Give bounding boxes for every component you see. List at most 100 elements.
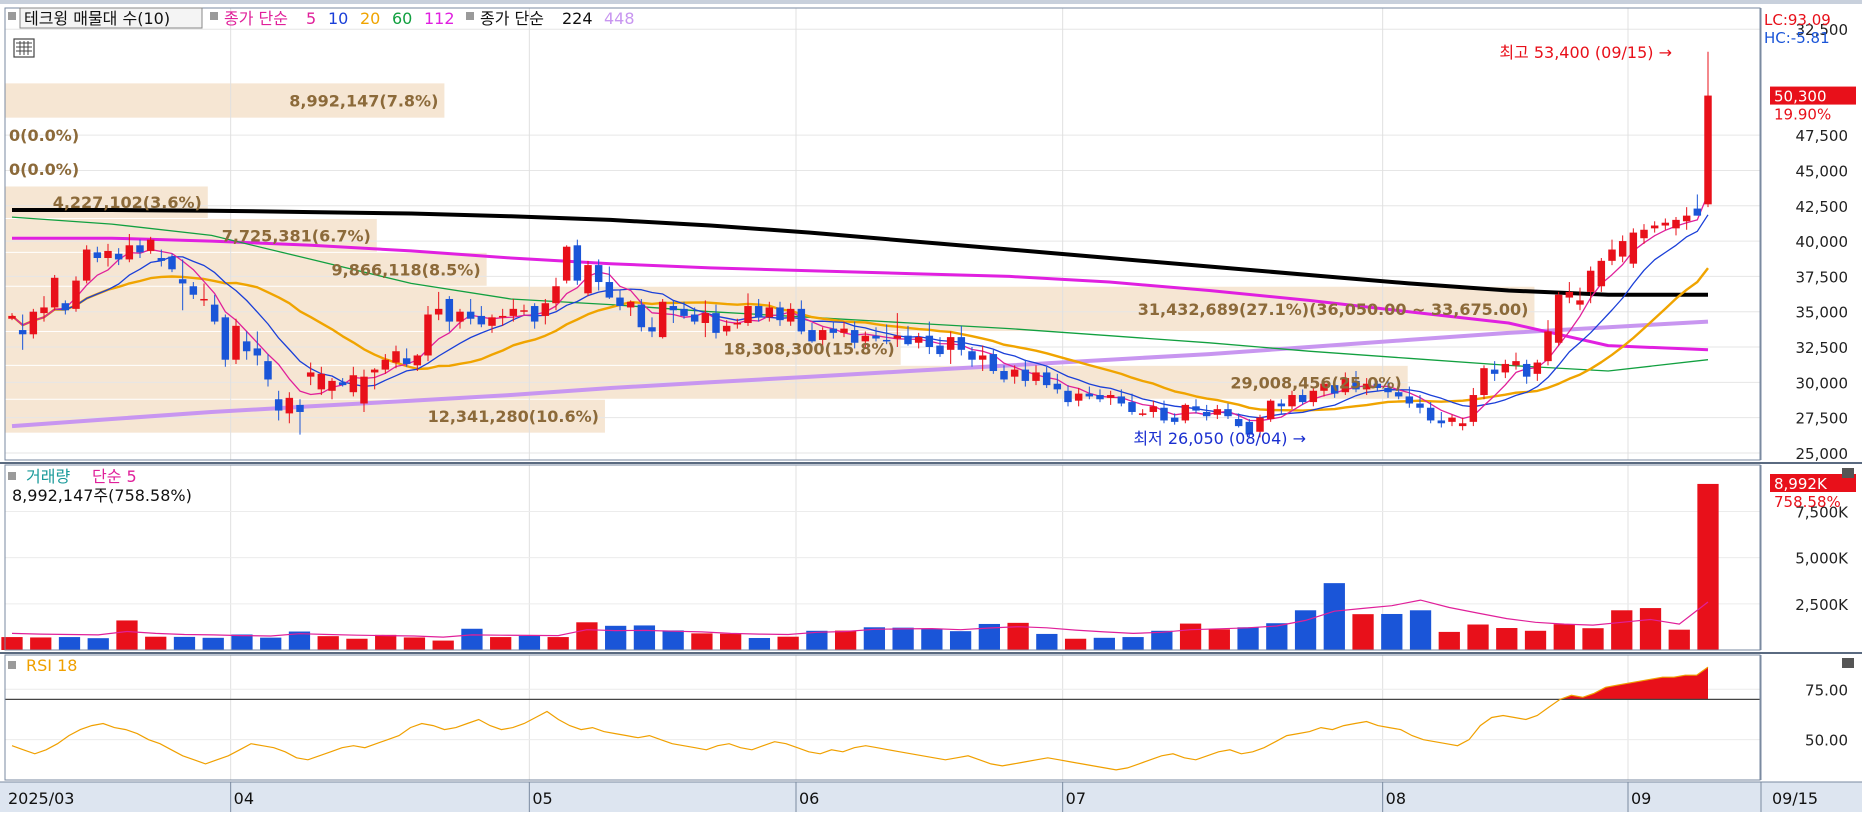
candle-body [285, 397, 294, 414]
high-annotation: 최고 53,400 (09/15) → [1499, 43, 1672, 62]
date-axis-bg [0, 782, 1862, 812]
candle-body [904, 335, 912, 345]
candle-body [840, 328, 848, 333]
candle-body [1586, 270, 1595, 292]
candle-body [1117, 396, 1126, 404]
candle-body [1000, 371, 1008, 380]
candle-body [637, 304, 646, 328]
volume-bar [518, 635, 541, 650]
candle-body [1170, 417, 1179, 422]
candle-body [424, 314, 432, 356]
volume-bar [863, 627, 886, 650]
candle-body [61, 303, 70, 311]
candle-body [1128, 402, 1136, 412]
candle-body [786, 308, 795, 322]
ma-legend-period: 20 [360, 9, 380, 28]
candle-body [1458, 423, 1467, 427]
candle-body [872, 335, 880, 339]
volume-bar [633, 625, 656, 650]
volume-bar [432, 640, 454, 650]
candle-body [8, 315, 16, 319]
volume-bar [1697, 483, 1719, 650]
volume-bar [145, 636, 167, 650]
candle-body [242, 341, 251, 352]
candle-body [616, 297, 624, 307]
volume-bar [576, 622, 598, 650]
indicator-label: 테크윙 매물대 수(10) [24, 9, 170, 28]
change-label: 19.90% [1774, 106, 1831, 124]
candle-body [1672, 219, 1680, 229]
candle-body [40, 307, 48, 314]
candle-body [392, 351, 400, 363]
candle-body [680, 308, 688, 316]
candle-body [296, 404, 304, 412]
volume-bar [1064, 638, 1087, 650]
candle-body [1533, 362, 1542, 374]
candle-body [29, 311, 38, 335]
candle-body [1032, 372, 1040, 381]
table-icon[interactable] [13, 38, 35, 58]
ma-legend-period: 112 [424, 9, 455, 28]
candle-body [829, 328, 838, 333]
candle-body [690, 314, 699, 322]
volume-bar [1668, 629, 1690, 650]
volume-bar [260, 637, 282, 650]
volume-bar [1266, 623, 1288, 650]
candle-body [1213, 409, 1222, 415]
candle-body [776, 307, 784, 321]
volume-bar [1467, 624, 1489, 650]
current-date-label: 09/15 [1772, 789, 1818, 808]
candle-body [1469, 395, 1478, 422]
volume-info: 8,992,147주(758.58%) [12, 486, 192, 505]
price-tick-label: 40,000 [1796, 233, 1849, 251]
volume-bar [1496, 628, 1518, 650]
candle-body [210, 304, 219, 322]
candle-body [466, 311, 475, 319]
candle-body [445, 298, 454, 322]
candle-body [1554, 294, 1563, 343]
candle-body [1490, 369, 1499, 374]
ma-legend-period: 10 [328, 9, 348, 28]
candle-body [978, 355, 987, 360]
candle-body [456, 311, 464, 322]
candle-body [1309, 390, 1318, 403]
chart-canvas[interactable]: 8,992,147(7.8%) 0(0.0%) 0(0.0%) 4,227,102(3… [0, 0, 1862, 812]
volume-bar [1352, 614, 1374, 650]
volume-bar [173, 636, 196, 650]
candle-body [754, 306, 763, 318]
candle-body [1650, 225, 1659, 229]
candle-body [82, 249, 91, 281]
volume-bar [87, 638, 109, 650]
date-label: 07 [1066, 789, 1086, 808]
ma-legend-period: 5 [306, 9, 316, 28]
volume-bar [1323, 583, 1345, 650]
candle-body [477, 315, 486, 325]
volume-tick-label: 5,000K [1795, 550, 1849, 568]
volume-bar [1381, 613, 1403, 650]
volume-bar [375, 634, 397, 650]
stock-chart[interactable]: 8,992,147(7.8%) 0(0.0%) 0(0.0%) 4,227,102(3… [0, 0, 1862, 812]
ma-legend-prefix: 종가 단순 [224, 9, 288, 28]
ma2-legend-period: 448 [604, 9, 635, 28]
volume-profile-label: 9,866,118(8.5%) [332, 260, 481, 279]
legend-marker [466, 12, 474, 20]
candle-body [1480, 368, 1488, 396]
candle-body [1234, 419, 1243, 427]
candle-body [1074, 393, 1083, 401]
hc-label: HC:-5.81 [1764, 29, 1830, 47]
candle-body [1202, 411, 1211, 417]
date-label: 2025/03 [8, 789, 74, 808]
candle-body [221, 317, 230, 360]
price-tick-label: 25,000 [1796, 445, 1849, 463]
date-label: 09 [1631, 789, 1651, 808]
candle-body [370, 369, 379, 373]
candle-body [701, 313, 710, 323]
candle-body [658, 301, 667, 338]
candle-body [157, 258, 166, 261]
date-axis: 2025/03 04 05 06 07 08 09 09/15 [0, 781, 1862, 812]
volume-bar [1294, 610, 1317, 650]
volume-legend-name: 거래량 [26, 467, 70, 486]
price-tick-label: 45,000 [1796, 162, 1849, 180]
candle-body [1085, 393, 1094, 397]
candle-body [1106, 395, 1115, 398]
